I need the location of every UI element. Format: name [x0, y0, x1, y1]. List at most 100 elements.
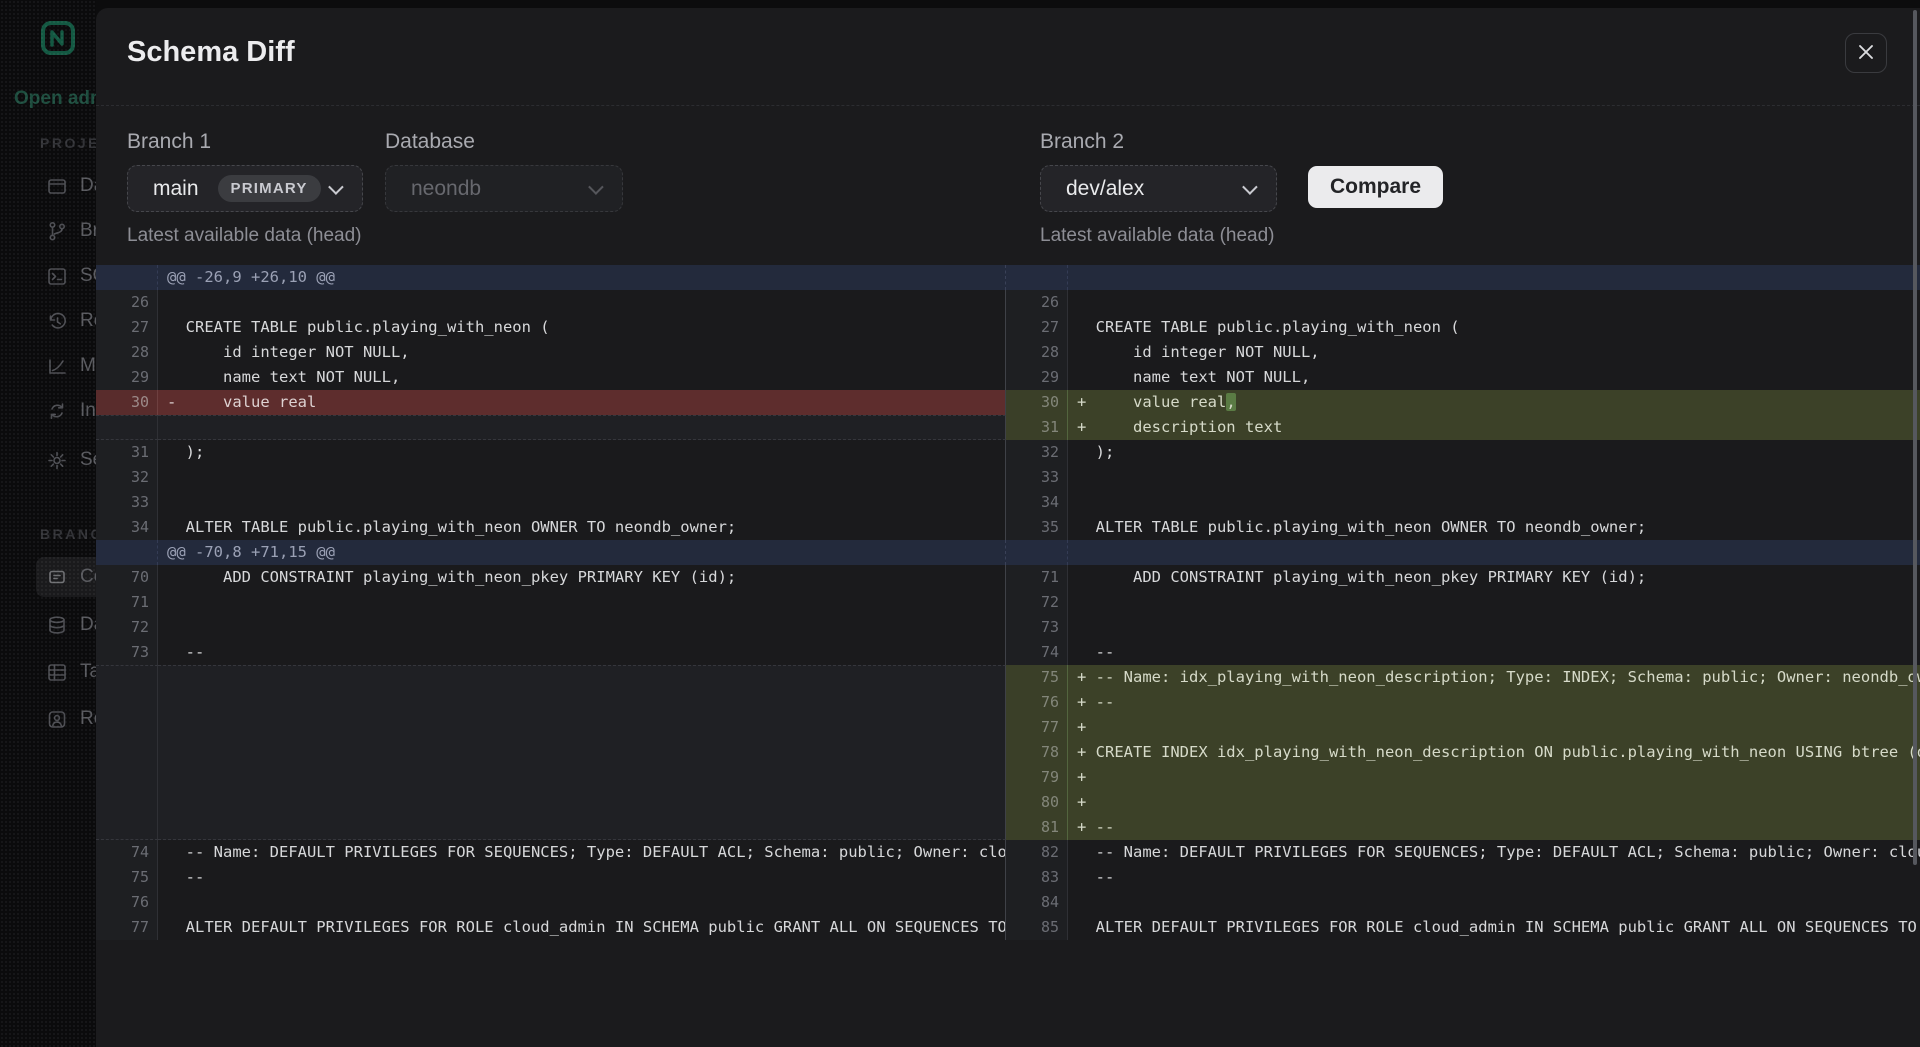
left-line-number: 31: [96, 440, 158, 465]
right-code-line: --: [1068, 865, 1920, 890]
modal-title: Schema Diff: [127, 36, 295, 69]
left-line-number: 72: [96, 615, 158, 640]
right-line-number: 31: [1006, 415, 1068, 440]
restore-icon: [46, 310, 68, 332]
right-code-line: + --: [1068, 690, 1920, 715]
left-line-number: [96, 765, 158, 790]
integrations-icon: [46, 400, 68, 422]
spacer-cell: [158, 665, 1006, 690]
close-icon: [1856, 42, 1876, 65]
right-code-line: +: [1068, 715, 1920, 740]
diff-row: 75 --83 --: [96, 865, 1920, 890]
close-button[interactable]: [1845, 33, 1887, 73]
left-line-number: 76: [96, 890, 158, 915]
database-select[interactable]: neondb: [385, 165, 623, 212]
monitoring-icon: [46, 355, 68, 377]
right-code-line: + -- Name: idx_playing_with_neon_descrip…: [1068, 665, 1920, 690]
left-line-number: 71: [96, 590, 158, 615]
right-line-number: 80: [1006, 790, 1068, 815]
right-code-line: );: [1068, 440, 1920, 465]
left-gutter: [96, 540, 158, 565]
neon-logo-icon[interactable]: [40, 20, 76, 56]
right-code-line: --: [1068, 640, 1920, 665]
diff-row: 28 id integer NOT NULL,28 id integer NOT…: [96, 340, 1920, 365]
left-code-line: [158, 890, 1006, 915]
branch2-meta: Latest available data (head): [1040, 225, 1275, 247]
right-line-number: 72: [1006, 590, 1068, 615]
branch1-label: Branch 1: [127, 130, 211, 154]
left-line-number: 74: [96, 840, 158, 865]
diff-row: 27 CREATE TABLE public.playing_with_neon…: [96, 315, 1920, 340]
right-line-number: 76: [1006, 690, 1068, 715]
branch2-select[interactable]: dev/alex: [1040, 165, 1277, 212]
diff-row: 74 -- Name: DEFAULT PRIVILEGES FOR SEQUE…: [96, 840, 1920, 865]
right-code-line: [1068, 590, 1920, 615]
spacer-cell: [158, 740, 1006, 765]
left-code-line: - value real: [158, 390, 1006, 415]
left-code-line: --: [158, 640, 1006, 665]
right-code-line: id integer NOT NULL,: [1068, 340, 1920, 365]
schema-diff-modal: Schema Diff Branch 1 Database Branch 2 m…: [96, 8, 1920, 1047]
diff-row: 71 72: [96, 590, 1920, 615]
right-line-number: 34: [1006, 490, 1068, 515]
settings-icon: [46, 449, 68, 471]
left-line-number: 27: [96, 315, 158, 340]
right-line-number: 27: [1006, 315, 1068, 340]
right-code-line: ALTER DEFAULT PRIVILEGES FOR ROLE cloud_…: [1068, 915, 1920, 940]
database-label: Database: [385, 130, 475, 154]
diff-row: 34 ALTER TABLE public.playing_with_neon …: [96, 515, 1920, 540]
compare-button[interactable]: Compare: [1308, 166, 1443, 208]
right-line-number: 81: [1006, 815, 1068, 840]
left-code-line: ALTER TABLE public.playing_with_neon OWN…: [158, 515, 1006, 540]
right-code-line: + --: [1068, 815, 1920, 840]
left-line-number: [96, 690, 158, 715]
tables-icon: [46, 661, 68, 683]
database-value: neondb: [411, 177, 481, 201]
hunk-header-row: @@ -26,9 +26,10 @@: [96, 265, 1920, 290]
right-line-number: 71: [1006, 565, 1068, 590]
spacer-cell: [158, 765, 1006, 790]
branch1-select[interactable]: main PRIMARY: [127, 165, 363, 212]
hunk-header-row: @@ -70,8 +71,15 @@: [96, 540, 1920, 565]
right-code-line: [1068, 615, 1920, 640]
diff-row: 76+ --: [96, 690, 1920, 715]
databases-icon: [46, 614, 68, 636]
left-line-number: [96, 415, 158, 440]
computes-icon: [46, 566, 68, 588]
diff-view: @@ -26,9 +26,10 @@26 26 27 CREATE TABLE …: [96, 265, 1920, 940]
diff-row: 73 --74 --: [96, 640, 1920, 665]
right-line-number: 33: [1006, 465, 1068, 490]
right-code-line: + value real,: [1068, 390, 1920, 415]
left-line-number: 28: [96, 340, 158, 365]
spacer-cell: [158, 415, 1006, 440]
left-line-number: [96, 715, 158, 740]
right-line-number: 84: [1006, 890, 1068, 915]
diff-row: 29 name text NOT NULL,29 name text NOT N…: [96, 365, 1920, 390]
right-line-number: 28: [1006, 340, 1068, 365]
vertical-scrollbar[interactable]: [1913, 10, 1917, 865]
right-code-line: ALTER TABLE public.playing_with_neon OWN…: [1068, 515, 1920, 540]
diff-row: 72 73: [96, 615, 1920, 640]
right-code: [1068, 540, 1920, 565]
left-code-line: [158, 615, 1006, 640]
chevron-down-icon: [328, 179, 344, 195]
left-line-number: [96, 665, 158, 690]
primary-badge: PRIMARY: [218, 175, 321, 202]
right-code-line: +: [1068, 765, 1920, 790]
diff-row: 26 26: [96, 290, 1920, 315]
left-line-number: [96, 790, 158, 815]
diff-row: 31+ description text: [96, 415, 1920, 440]
diff-row: 77 ALTER DEFAULT PRIVILEGES FOR ROLE clo…: [96, 915, 1920, 940]
sidebar: Open admin PROJECTDashboardBranchesSQL E…: [0, 0, 96, 1047]
diff-row: 80+: [96, 790, 1920, 815]
right-line-number: 85: [1006, 915, 1068, 940]
chevron-down-icon: [1242, 179, 1258, 195]
left-code-line: [158, 590, 1006, 615]
left-line-number: 30: [96, 390, 158, 415]
right-code-line: [1068, 465, 1920, 490]
left-line-number: 70: [96, 565, 158, 590]
left-code-line: id integer NOT NULL,: [158, 340, 1006, 365]
screen: Open admin PROJECTDashboardBranchesSQL E…: [0, 0, 1920, 1047]
diff-row: 76 84: [96, 890, 1920, 915]
left-code-line: --: [158, 865, 1006, 890]
